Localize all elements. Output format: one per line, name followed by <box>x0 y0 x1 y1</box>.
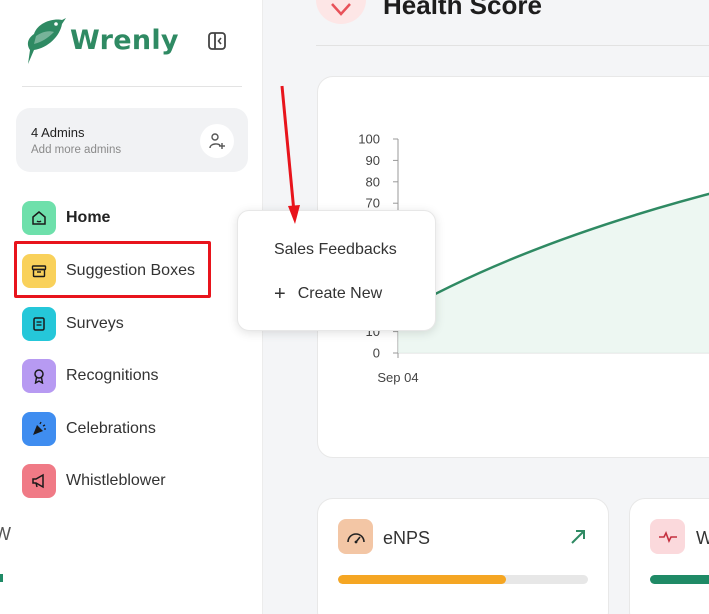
partial-edge-glyph: W <box>0 524 11 544</box>
sidebar-item-label: Surveys <box>66 315 124 332</box>
add-admin-button[interactable] <box>200 124 234 158</box>
wellbeing-card[interactable]: W <box>629 498 709 614</box>
y-tick-label: 0 <box>373 346 380 361</box>
sidebar-item-label: Home <box>66 209 111 226</box>
partial-edge-bar <box>0 574 3 582</box>
plus-icon: + <box>274 283 286 305</box>
sidebar-item-label: Whistleblower <box>66 472 166 489</box>
enps-card[interactable]: eNPS <box>317 498 609 614</box>
logo[interactable]: Wrenly <box>24 14 179 66</box>
megaphone-icon <box>22 464 56 498</box>
home-icon <box>22 201 56 235</box>
series-area <box>398 193 709 353</box>
admins-count: 4 Admins <box>31 125 85 140</box>
suggestion-box-dropdown: Sales Feedbacks + Create New <box>237 210 436 331</box>
header-divider <box>316 45 709 46</box>
dropdown-item-create-new[interactable]: + Create New <box>274 283 383 305</box>
arrow-up-right-icon <box>570 529 586 550</box>
create-new-label: Create New <box>297 285 383 302</box>
heart-icon <box>316 0 366 24</box>
sidebar-item-surveys[interactable]: Surveys <box>22 306 242 342</box>
sidebar-item-whistleblower[interactable]: Whistleblower <box>22 463 242 499</box>
app-name: Wrenly <box>70 24 179 56</box>
x-tick-label: Sep 04 <box>377 370 418 385</box>
card-title: W <box>696 528 709 548</box>
y-tick-label: 90 <box>366 153 380 168</box>
sidebar-item-recognitions[interactable]: Recognitions <box>22 358 242 394</box>
bird-logo-icon <box>27 18 66 64</box>
sidebar-item-home[interactable]: Home <box>22 200 242 236</box>
pulse-icon <box>650 519 685 554</box>
survey-icon <box>22 307 56 341</box>
party-popper-icon <box>22 412 56 446</box>
sidebar-item-label: Celebrations <box>66 420 156 437</box>
sidebar: Wrenly 4 Admins Add more admins Home Sug… <box>0 0 263 614</box>
wellbeing-progress-bar <box>650 575 709 584</box>
enps-progress-fill <box>338 575 506 584</box>
gauge-icon <box>338 519 373 554</box>
sidebar-item-celebrations[interactable]: Celebrations <box>22 411 242 447</box>
enps-progress-track <box>338 575 588 584</box>
y-tick-label: 70 <box>366 196 380 211</box>
sidebar-item-label: Recognitions <box>66 367 159 384</box>
sidebar-divider <box>22 86 242 87</box>
page-title: Health Score <box>383 0 542 20</box>
add-user-icon <box>209 133 225 149</box>
y-tick-label: 80 <box>366 174 380 189</box>
collapse-sidebar-icon[interactable] <box>207 31 227 51</box>
award-icon <box>22 359 56 393</box>
y-tick-label: 100 <box>358 132 380 147</box>
admins-card[interactable]: 4 Admins Add more admins <box>16 108 248 172</box>
card-title: eNPS <box>383 528 431 548</box>
dropdown-item-sales-feedbacks[interactable]: Sales Feedbacks <box>274 241 397 259</box>
admins-subtitle: Add more admins <box>31 144 122 156</box>
highlight-annotation-box <box>14 241 211 298</box>
